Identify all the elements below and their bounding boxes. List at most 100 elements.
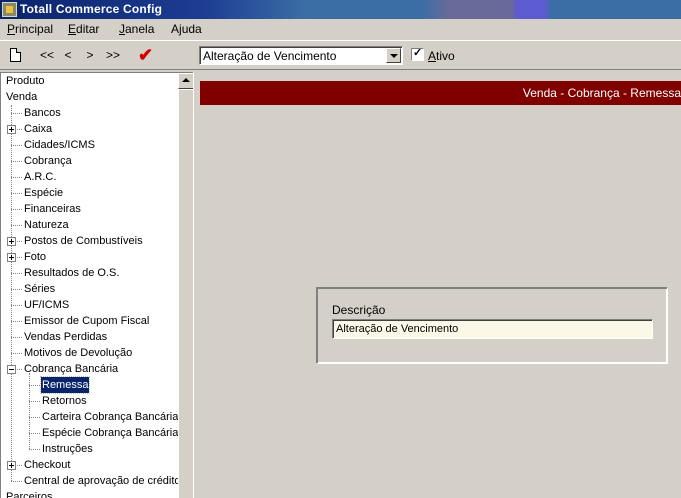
record-select-value: Alteração de Vencimento [203,49,337,63]
tree-item[interactable]: Remessa [39,376,91,394]
tree-item-label: Natureza [24,219,69,231]
app-icon[interactable] [2,2,17,17]
tree-item[interactable]: Financeiras [23,201,82,217]
expand-icon[interactable] [7,253,16,262]
content-area: Venda - Cobrança - Remessa Descrição [199,72,681,498]
tree-item-label: Produto [6,75,45,87]
tree-item-label: Foto [24,251,47,263]
tree-connector [29,449,40,450]
expand-icon[interactable] [7,461,16,470]
tree-item[interactable]: Resultados de O.S. [23,265,120,281]
tree-item-label: Retornos [42,395,87,407]
tree-item[interactable]: Bancos [23,105,62,121]
new-document-icon[interactable] [10,48,21,62]
tree-item-label: Resultados de O.S. [24,267,120,279]
tree-connector [11,113,22,114]
tree-connector [11,161,22,162]
tree-connector [11,353,22,354]
tree-item-label: Financeiras [24,203,81,215]
tree-item[interactable]: Central de aprovação de crédito [23,473,182,489]
scroll-thumb[interactable] [178,89,193,498]
tree-item[interactable]: Checkout [23,457,71,473]
first-record-button[interactable]: << [38,46,56,64]
toolbar: << < > >> ✔ Alteração de Vencimento ✓ At… [0,40,681,70]
expand-icon[interactable] [7,125,16,134]
tree-item-label: UF/ICMS [24,299,70,311]
tree-item-label: Postos de Combustíveis [24,235,143,247]
description-group: Descrição [316,287,668,364]
tree-item-label: Venda [6,91,38,103]
tree-item[interactable]: Motivos de Devolução [23,345,133,361]
tree-connector [11,337,22,338]
tree-scrollbar[interactable] [178,73,193,498]
breadcrumb-banner: Venda - Cobrança - Remessa [200,81,681,105]
tree-connector [11,225,22,226]
tree-item[interactable]: Cobrança Bancária [23,361,119,377]
tree-item-label: Instruções [42,443,93,455]
tree-item-label: Caixa [24,123,53,135]
tree-item[interactable]: Natureza [23,217,70,233]
tree-item[interactable]: Foto [23,249,47,265]
tree-connector [29,385,40,386]
tree-connector [11,289,22,290]
tree-item[interactable]: Postos de Combustíveis [23,233,144,249]
menu-ajuda[interactable]: Ajuda [171,22,202,36]
breadcrumb: Venda - Cobrança - Remessa [522,86,681,100]
tree-item[interactable]: Séries [23,281,56,297]
tree-item-label: Espécie Cobrança Bancária [42,427,179,439]
scroll-up-icon[interactable] [178,73,193,89]
tree-item[interactable]: UF/ICMS [23,297,70,313]
tree-item-label: Remessa [39,376,91,394]
tree-item-label: Espécie [24,187,64,199]
tree-item[interactable]: Instruções [41,441,94,457]
description-input[interactable] [332,319,653,339]
tree-connector [29,373,30,449]
expand-icon[interactable] [7,237,16,246]
description-label: Descrição [332,303,386,317]
last-record-button[interactable]: >> [104,46,122,64]
tree-item-label: A.R.C. [24,171,57,183]
tree-item[interactable]: Caixa [23,121,53,137]
tree-connector [11,481,22,482]
tree-connector [29,401,40,402]
tree-connector [11,193,22,194]
tree-item-label: Carteira Cobrança Bancária [42,411,179,423]
tree-item[interactable]: Espécie [23,185,64,201]
tree-connector [11,105,12,481]
tree-connector [29,433,40,434]
tree-item[interactable]: Cobrança [23,153,73,169]
previous-record-button[interactable]: < [61,46,75,64]
tree-item-label: Emissor de Cupom Fiscal [24,315,150,327]
tree-item[interactable]: Vendas Perdidas [23,329,108,345]
tree-item[interactable]: A.R.C. [23,169,57,185]
window-title: Totall Commerce Config [20,2,163,16]
tree-item[interactable]: Espécie Cobrança Bancária [41,425,179,441]
tree-item[interactable]: Parceiros [5,489,53,498]
menu-principal[interactable]: Principal [7,22,53,36]
navigation-tree[interactable]: Produto Venda Bancos Caixa Cidades/ICMS Cobra… [0,72,193,498]
tree-connector [11,177,22,178]
tree-item-label: Parceiros [6,491,53,498]
menu-janela[interactable]: Janela [119,22,154,36]
chevron-down-icon[interactable] [386,48,401,63]
tree-item[interactable]: Produto [5,73,46,89]
confirm-check-icon[interactable]: ✔ [138,45,153,65]
tree-item-label: Cobrança [24,155,72,167]
tree-item-label: Motivos de Devolução [24,347,133,359]
tree-item[interactable]: Emissor de Cupom Fiscal [23,313,150,329]
tree-item[interactable]: Carteira Cobrança Bancária [41,409,179,425]
tree-item-label: Séries [24,283,56,295]
record-select[interactable]: Alteração de Vencimento [199,46,403,65]
tree-connector [11,321,22,322]
tree-item[interactable]: Retornos [41,393,88,409]
tree-item[interactable]: Cidades/ICMS [23,137,96,153]
active-checkbox-label[interactable]: Ativo [428,49,455,63]
active-checkbox[interactable]: ✓ [411,47,424,61]
tree-item[interactable]: Venda [5,89,38,105]
collapse-icon[interactable] [7,365,16,374]
next-record-button[interactable]: > [83,46,97,64]
tree-connector [11,305,22,306]
tree-item-label: Cobrança Bancária [24,363,119,375]
title-bar[interactable]: Totall Commerce Config [0,0,681,19]
menu-editar[interactable]: Editar [68,22,99,36]
